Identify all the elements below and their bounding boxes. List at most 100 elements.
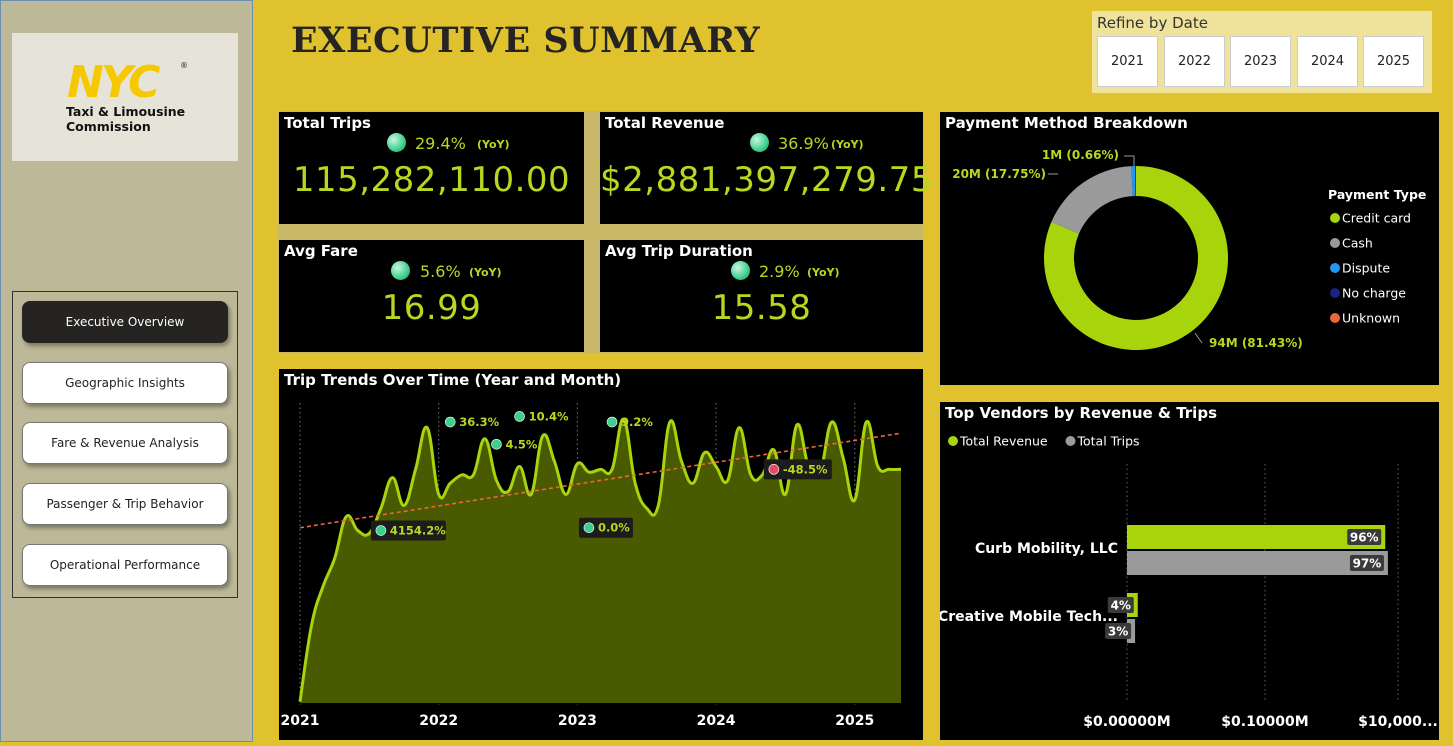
trend-up-indicator-icon — [391, 261, 410, 280]
nav-fare-revenue-analysis-button[interactable]: Fare & Revenue Analysis — [22, 422, 228, 464]
trend-up-indicator-icon — [731, 261, 750, 280]
slice-data-label: 1M (0.66%) — [1042, 148, 1119, 162]
date-filter-slicer: Refine by Date 2021 2022 2023 2024 2025 — [1092, 11, 1432, 93]
kpi-yoy-label: (YoY) — [477, 138, 510, 151]
nav-passenger-trip-behavior-button[interactable]: Passenger & Trip Behavior — [22, 483, 228, 525]
legend-marker — [1330, 238, 1340, 248]
x-tick-label: 2021 — [281, 713, 320, 729]
year-2025-button[interactable]: 2025 — [1363, 36, 1424, 87]
category-label: Curb Mobility, LLC — [975, 541, 1118, 557]
kpi-value: 115,282,110.00 — [292, 160, 571, 200]
legend-label: No charge — [1342, 286, 1406, 301]
kpi-card-total-trips: Total Trips 29.4% (YoY) 115,282,110.00 — [279, 112, 584, 224]
legend-marker — [1330, 263, 1340, 273]
x-tick-label: $0.10000M — [1221, 714, 1308, 730]
bar — [1127, 525, 1386, 549]
x-tick-label: $0.00000M — [1083, 714, 1170, 730]
trend-down-marker — [768, 464, 780, 475]
annotation-label: 4.5% — [505, 437, 537, 451]
annotation-label: 10.4% — [529, 409, 569, 423]
kpi-yoy-pct: 29.4% — [415, 134, 466, 153]
trend-up-indicator-icon — [387, 133, 406, 152]
kpi-yoy-pct: 5.6% — [420, 262, 461, 281]
annotation-label: 0.0% — [598, 521, 630, 535]
payment-method-chart-card: Payment Method Breakdown 94M (81.43%) 20M… — [940, 112, 1439, 385]
trend-up-marker — [583, 522, 595, 534]
legend-label: Cash — [1342, 236, 1373, 251]
slice-data-label: 20M (17.75%) — [952, 167, 1046, 181]
trend-up-indicator-icon — [750, 133, 769, 152]
top-vendors-bar-chart: Total Revenue Total Trips $0.00000M $0.1000… — [940, 434, 1438, 731]
trend-up-marker — [444, 416, 456, 428]
kpi-yoy-label: (YoY) — [831, 138, 864, 151]
trend-up-marker — [491, 438, 502, 450]
legend-marker — [1065, 436, 1076, 446]
logo-registered-mark: ® — [180, 61, 188, 70]
sidebar: NYC ® Taxi & Limousine Commission Execut… — [0, 0, 253, 742]
kpi-value: 15.58 — [711, 288, 812, 328]
bar — [1127, 551, 1388, 575]
kpi-value: 16.99 — [381, 288, 482, 328]
nav-operational-performance-button[interactable]: Operational Performance — [22, 544, 228, 586]
page-title: EXECUTIVE SUMMARY — [291, 20, 761, 61]
payment-method-donut-chart: 94M (81.43%) 20M (17.75%) 1M (0.66%) Paymen… — [952, 148, 1426, 350]
trip-trends-chart-card: Trip Trends Over Time (Year and Month) 2… — [279, 369, 923, 740]
legend-label: Unknown — [1342, 311, 1400, 326]
kpi-yoy-label: (YoY) — [469, 266, 502, 279]
slice-data-label: 94M (81.43%) — [1209, 336, 1303, 350]
year-2024-button[interactable]: 2024 — [1297, 36, 1358, 87]
logo-line-1: Taxi & Limousine — [66, 104, 186, 119]
x-tick-label: 2024 — [697, 713, 736, 729]
page-navigation: Executive Overview Geographic Insights F… — [12, 291, 238, 598]
bar-data-label: 3% — [1108, 625, 1128, 639]
kpi-value: $2,881,397,279.75 — [600, 160, 933, 200]
date-filter-title: Refine by Date — [1097, 14, 1208, 32]
kpi-title: Total Trips — [284, 114, 371, 132]
legend-title: Payment Type — [1328, 187, 1426, 202]
legend-marker — [1330, 288, 1340, 298]
kpi-title: Total Revenue — [605, 114, 725, 132]
category-label: Creative Mobile Tech... — [940, 609, 1118, 625]
x-tick-label: 2022 — [419, 713, 458, 729]
annotation-label: 4154.2% — [390, 524, 446, 538]
bar-data-label: 96% — [1350, 531, 1379, 545]
trend-up-marker — [375, 525, 387, 536]
top-vendors-chart-card: Top Vendors by Revenue & Trips Total Rev… — [940, 402, 1439, 740]
year-2021-button[interactable]: 2021 — [1097, 36, 1158, 87]
trip-trends-chart: 2021 2022 2023 2024 2025 4154.2% 36.3% 4.5% 10.4… — [281, 403, 902, 729]
kpi-card-total-revenue: Total Revenue 36.9% (YoY) $2,881,397,279… — [600, 112, 933, 224]
logo-mark: NYC — [67, 57, 160, 108]
legend-marker — [1330, 213, 1340, 223]
annotation-label: 36.3% — [459, 415, 499, 429]
data-label-leader — [1194, 332, 1203, 344]
nav-executive-overview-button[interactable]: Executive Overview — [22, 301, 228, 343]
legend-marker — [948, 436, 958, 446]
legend-label: Dispute — [1342, 261, 1390, 276]
kpi-yoy-pct: 36.9% — [778, 134, 829, 153]
kpi-card-avg-trip-duration: Avg Trip Duration 2.9% (YoY) 15.58 — [600, 240, 923, 352]
year-2022-button[interactable]: 2022 — [1164, 36, 1225, 87]
kpi-yoy-pct: 2.9% — [759, 262, 800, 281]
legend-label: Credit card — [1342, 211, 1411, 226]
nyc-tlc-logo: NYC ® Taxi & Limousine Commission — [12, 33, 238, 161]
logo-line-2: Commission — [66, 119, 151, 134]
bar-data-label: 97% — [1353, 557, 1382, 571]
trend-up-marker — [606, 416, 618, 428]
x-tick-label: 2025 — [835, 713, 874, 729]
kpi-title: Avg Trip Duration — [605, 242, 753, 260]
kpi-card-avg-fare: Avg Fare 5.6% (YoY) 16.99 — [279, 240, 584, 352]
annotation-label: 9.2% — [621, 415, 653, 429]
x-tick-label: $10,000... — [1358, 714, 1438, 730]
donut-slice — [1051, 166, 1133, 234]
legend-label: Total Trips — [1077, 434, 1140, 449]
legend-marker — [1330, 313, 1340, 323]
nav-geographic-insights-button[interactable]: Geographic Insights — [22, 362, 228, 404]
legend-label: Total Revenue — [959, 434, 1048, 449]
x-tick-label: 2023 — [558, 713, 597, 729]
kpi-yoy-label: (YoY) — [807, 266, 840, 279]
data-label-leader — [1124, 155, 1135, 166]
annotation-label: -48.5% — [783, 462, 828, 476]
trend-up-marker — [514, 411, 525, 422]
kpi-title: Avg Fare — [284, 242, 358, 260]
year-2023-button[interactable]: 2023 — [1230, 36, 1291, 87]
